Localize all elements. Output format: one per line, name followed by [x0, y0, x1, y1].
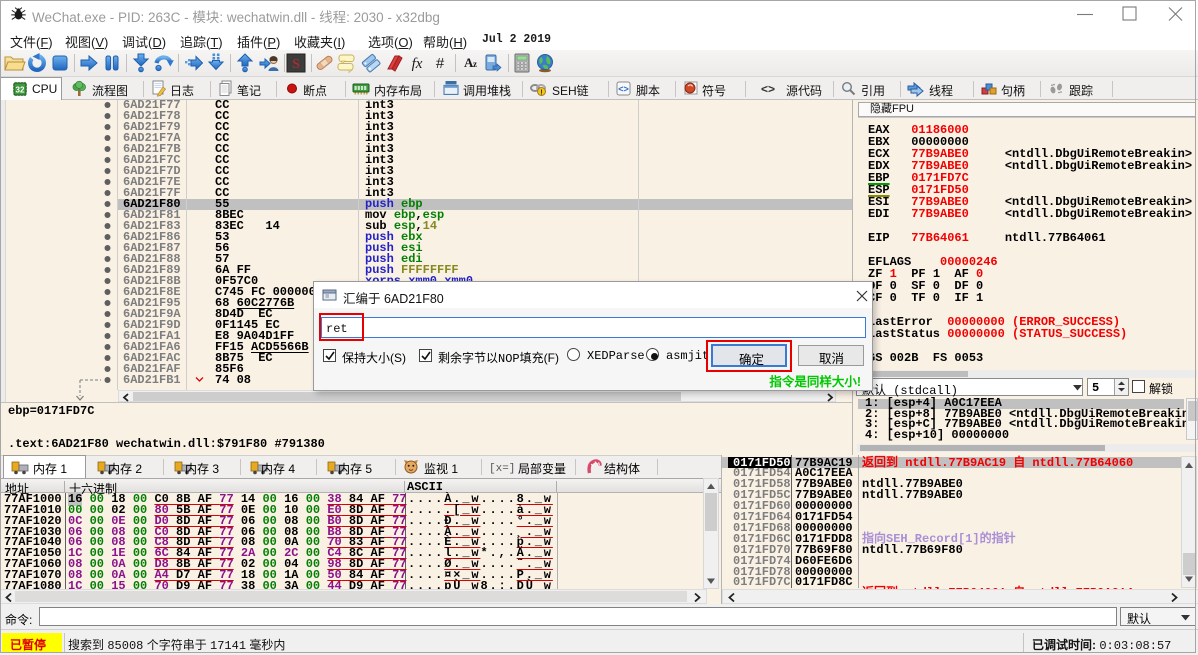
svg-text:z: z [473, 59, 477, 69]
svg-text:32: 32 [16, 86, 25, 95]
svg-text:<>: <> [618, 84, 629, 94]
svg-text:<>: <> [761, 82, 775, 96]
svg-text:fx: fx [412, 56, 423, 72]
svg-text:!: ! [540, 87, 543, 96]
svg-text:S: S [292, 57, 300, 72]
svg-text:#: # [436, 55, 445, 72]
svg-text:[x=]: [x=] [489, 463, 515, 475]
